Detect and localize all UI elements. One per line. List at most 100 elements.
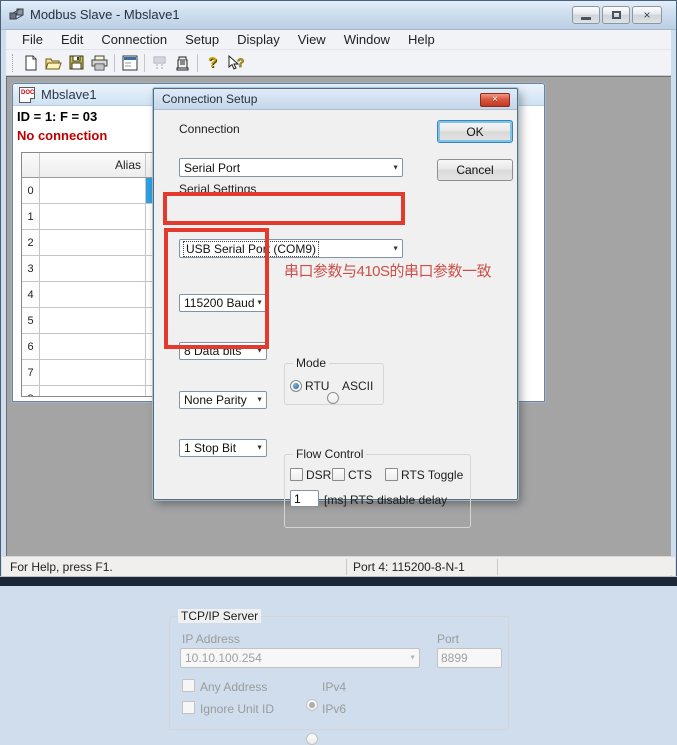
restore-button[interactable] xyxy=(602,6,630,24)
dsr-label: DSR xyxy=(306,468,331,482)
ascii-label: ASCII xyxy=(342,379,373,393)
context-help-button[interactable]: ? xyxy=(224,52,247,74)
main-window: Modbus Slave - Mbslave1 × File Edit Conn… xyxy=(0,0,677,586)
port-label: Port xyxy=(437,632,459,646)
print-button[interactable] xyxy=(88,52,111,74)
display-window-icon xyxy=(122,55,138,71)
close-icon: × xyxy=(492,95,498,105)
close-icon: × xyxy=(643,9,650,21)
help-icon: ? xyxy=(208,54,217,71)
rts-toggle-checkbox[interactable] xyxy=(385,468,398,481)
connection-type-combobox[interactable]: Serial Port ▼ xyxy=(179,158,403,177)
svg-text:?: ? xyxy=(237,56,244,70)
menu-file[interactable]: File xyxy=(14,30,51,49)
ipv4-label: IPv4 xyxy=(322,680,346,694)
toolbar-separator xyxy=(144,54,145,72)
menu-connection[interactable]: Connection xyxy=(93,30,175,49)
status-bar: For Help, press F1. Port 4: 115200-8-N-1 xyxy=(2,556,675,576)
toolbar-separator xyxy=(114,54,115,72)
close-button[interactable]: × xyxy=(632,6,662,24)
chevron-down-icon: ▼ xyxy=(392,164,399,171)
dsr-checkbox[interactable] xyxy=(290,468,303,481)
new-file-icon xyxy=(23,55,39,71)
toolbar-separator xyxy=(197,54,198,72)
ip-address-label: IP Address xyxy=(182,632,240,646)
print-icon xyxy=(91,55,108,71)
dialog-title: Connection Setup xyxy=(162,92,257,106)
restore-icon xyxy=(612,11,621,19)
cts-label: CTS xyxy=(348,468,372,482)
menu-edit[interactable]: Edit xyxy=(53,30,91,49)
mbslave1-title: Mbslave1 xyxy=(41,87,97,102)
ignore-unit-id-label: Ignore Unit ID xyxy=(200,702,274,716)
communication-traffic-button[interactable] xyxy=(171,52,194,74)
tcp-port-input xyxy=(437,648,502,668)
baud-rate-combobox[interactable]: 115200 Baud ▼ xyxy=(179,294,267,312)
ipv6-radio xyxy=(306,733,318,745)
ipv6-label: IPv6 xyxy=(322,702,346,716)
context-help-icon: ? xyxy=(227,55,245,71)
annotation-text: 串口参数与410S的串口参数一致 xyxy=(284,260,491,281)
status-help-text: For Help, press F1. xyxy=(2,560,346,574)
parity-combobox[interactable]: None Parity ▼ xyxy=(179,391,267,409)
menu-display[interactable]: Display xyxy=(229,30,288,49)
minimize-icon xyxy=(581,17,591,20)
rts-delay-input[interactable] xyxy=(290,490,319,507)
data-bits-combobox[interactable]: 8 Data bits ▼ xyxy=(179,342,267,360)
ascii-radio[interactable] xyxy=(327,392,339,404)
no-connection-status: No connection xyxy=(17,128,107,143)
ignore-unit-id-checkbox xyxy=(182,701,195,714)
alias-column-header[interactable]: Alias xyxy=(40,153,146,178)
flow-control-groupbox: Flow Control DSR CTS RTS Toggle [ms] RTS… xyxy=(284,454,471,528)
any-address-checkbox xyxy=(182,679,195,692)
stop-bits-combobox[interactable]: 1 Stop Bit ▼ xyxy=(179,439,267,457)
open-file-button[interactable] xyxy=(42,52,65,74)
menu-setup[interactable]: Setup xyxy=(177,30,227,49)
serial-port-combobox[interactable]: USB Serial Port (COM9) ▼ xyxy=(179,239,403,258)
save-icon xyxy=(69,55,84,70)
connection-label: Connection xyxy=(179,122,240,136)
menu-window[interactable]: Window xyxy=(336,30,398,49)
new-file-button[interactable] xyxy=(19,52,42,74)
serial-settings-label: Serial Settings xyxy=(179,182,256,196)
rtu-radio[interactable] xyxy=(290,380,302,392)
communication-traffic-icon xyxy=(174,55,191,71)
dialog-title-bar[interactable]: Connection Setup xyxy=(154,89,517,110)
window-bottom-border xyxy=(0,576,677,586)
rts-toggle-label: RTS Toggle xyxy=(401,468,463,482)
rts-delay-label: [ms] RTS disable delay xyxy=(324,493,447,507)
poll-definition-button xyxy=(148,52,171,74)
ok-button[interactable]: OK xyxy=(437,120,513,143)
window-title: Modbus Slave - Mbslave1 xyxy=(30,7,180,22)
dialog-close-button[interactable]: × xyxy=(480,93,510,107)
status-port-text: Port 4: 115200-8-N-1 xyxy=(347,560,497,574)
open-folder-icon xyxy=(45,55,62,71)
chevron-down-icon: ▼ xyxy=(392,245,399,252)
toolbar: ? ? xyxy=(6,50,671,76)
display-setup-button[interactable] xyxy=(118,52,141,74)
mode-label: Mode xyxy=(293,356,329,370)
chevron-down-icon: ▼ xyxy=(256,348,263,355)
ip-address-combobox: 10.10.100.254 ▼ xyxy=(180,648,420,668)
app-icon xyxy=(9,7,25,23)
menu-help[interactable]: Help xyxy=(400,30,443,49)
document-icon: DOC xyxy=(19,87,35,103)
chevron-down-icon: ▼ xyxy=(256,397,263,404)
menu-bar: File Edit Connection Setup Display View … xyxy=(6,30,671,50)
corner-header-cell xyxy=(22,153,40,178)
highlight-rect-serial-port xyxy=(163,192,405,225)
ipv4-radio xyxy=(306,699,318,711)
save-button[interactable] xyxy=(65,52,88,74)
poll-definition-icon xyxy=(151,55,168,71)
rtu-label: RTU xyxy=(305,379,329,393)
toolbar-grip xyxy=(12,54,15,72)
minimize-button[interactable] xyxy=(572,6,600,24)
chevron-down-icon: ▼ xyxy=(256,445,263,452)
menu-view[interactable]: View xyxy=(290,30,334,49)
cancel-button[interactable]: Cancel xyxy=(437,159,513,181)
help-button[interactable]: ? xyxy=(201,52,224,74)
tcpip-server-label: TCP/IP Server xyxy=(178,609,261,623)
slave-id-function-label: ID = 1: F = 03 xyxy=(17,109,97,124)
cts-checkbox[interactable] xyxy=(332,468,345,481)
chevron-down-icon: ▼ xyxy=(409,655,416,662)
